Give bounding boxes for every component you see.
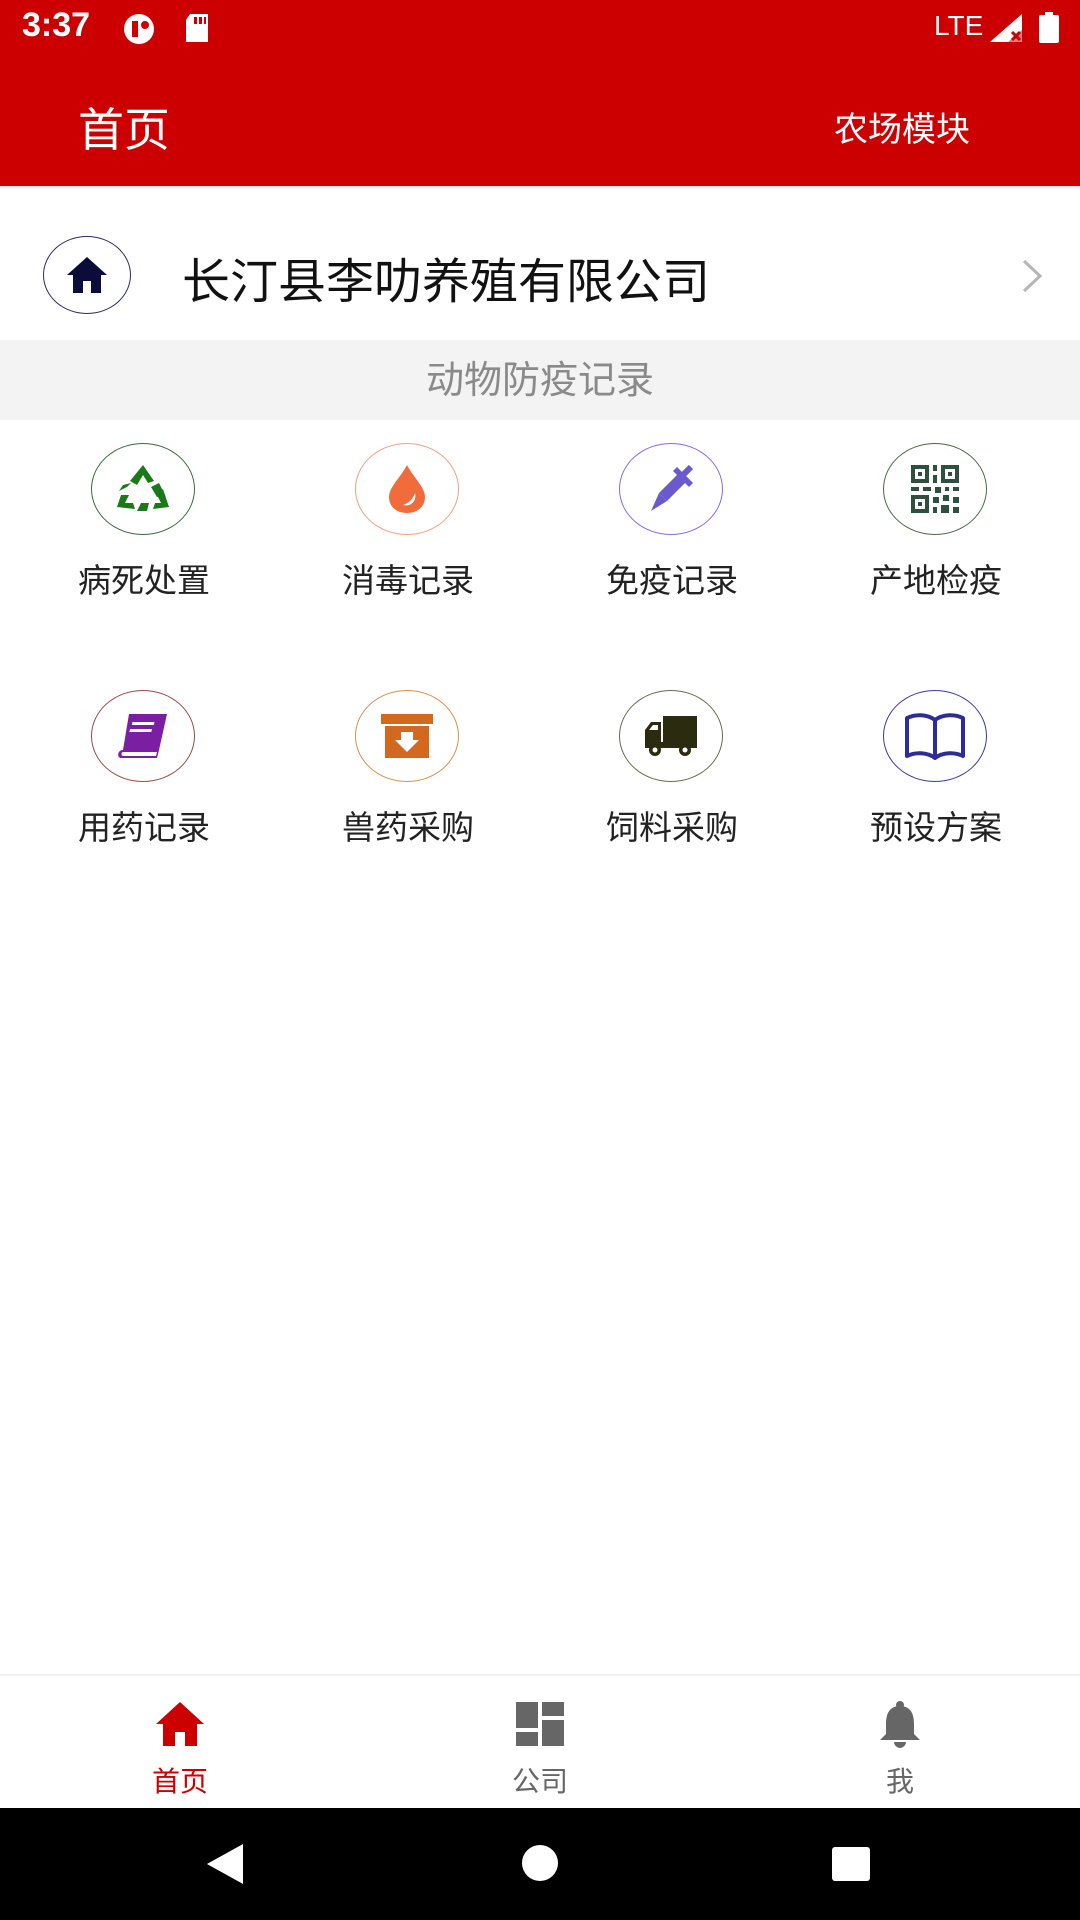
drop-icon [389,465,425,513]
grid-label: 病死处置 [78,561,210,600]
grid-item-preset-plan[interactable]: 预设方案 [804,687,1068,887]
recent-apps-icon[interactable] [831,1846,871,1886]
grid-item-disposal[interactable]: 病死处置 [12,440,276,640]
nav-item-company[interactable]: 公司 [440,1676,640,1810]
grid-label: 免疫记录 [606,561,738,600]
home-circle-icon[interactable] [521,1844,559,1886]
page-title: 首页 [78,103,170,157]
chevron-right-icon [1020,258,1044,298]
status-time: 3:37 [22,6,91,44]
grid-icon-wrap [883,690,987,782]
open-book-icon [905,713,965,760]
grid-item-immunization[interactable]: 免疫记录 [540,440,804,640]
nav-label: 首页 [151,1765,208,1798]
grid-icon-wrap [355,690,459,782]
dashboard-icon [516,1702,564,1746]
grid-label: 产地检疫 [870,561,1002,600]
section-header: 动物防疫记录 [0,340,1080,420]
grid-label: 预设方案 [870,808,1002,847]
home-icon [67,257,107,293]
grid-item-vet-drug-purchase[interactable]: 兽药采购 [276,687,540,887]
sd-card-icon [184,12,212,48]
system-nav-bar [0,1808,1080,1920]
back-icon[interactable] [205,1842,245,1890]
company-name: 长汀县李叻养殖有限公司 [182,254,711,310]
nav-label: 公司 [511,1765,568,1798]
grid-icon-wrap [619,443,723,535]
home-icon [156,1702,204,1746]
company-row[interactable]: 长汀县李叻养殖有限公司 [0,192,1080,340]
grid-item-quarantine[interactable]: 产地检疫 [804,440,1068,640]
recycle-icon [117,465,169,511]
syringe-icon [651,464,694,511]
qr-code-icon [911,465,959,513]
grid-item-feed-purchase[interactable]: 饲料采购 [540,687,804,887]
bottom-nav: 首页 公司 我 [0,1674,1080,1810]
truck-icon [645,716,697,756]
grid-item-medication[interactable]: 用药记录 [12,687,276,887]
grid-icon-wrap [619,690,723,782]
book-icon [118,714,167,758]
signal-icon [988,12,1024,48]
nav-item-me[interactable]: 我 [800,1676,1000,1810]
grid-label: 兽药采购 [342,808,474,847]
app-bar: 首页 农场模块 [0,56,1080,186]
grid-item-disinfection[interactable]: 消毒记录 [276,440,540,640]
grid-label: 用药记录 [78,808,210,847]
archive-box-icon [381,714,433,758]
battery-icon [1038,12,1060,48]
grid-label: 饲料采购 [606,808,738,847]
screen: 3:37 LTE 首页 农场模块 长汀县李叻养殖有限公司 动物防疫记录 病死处置… [0,0,1080,1920]
grid-icon-wrap [883,443,987,535]
company-avatar [43,236,131,314]
bell-icon [880,1701,920,1748]
grid-icon-wrap [355,443,459,535]
network-type: LTE [934,10,984,41]
farm-module-button[interactable]: 农场模块 [834,102,970,151]
grid-icon-wrap [91,443,195,535]
nav-label: 我 [885,1765,914,1798]
grid-icon-wrap [91,690,195,782]
status-bar: 3:37 LTE [0,0,1080,56]
app-bar-shadow [0,186,1080,190]
nav-item-home[interactable]: 首页 [80,1676,280,1810]
pause-circle-icon [122,12,158,50]
grid-label: 消毒记录 [342,561,474,600]
